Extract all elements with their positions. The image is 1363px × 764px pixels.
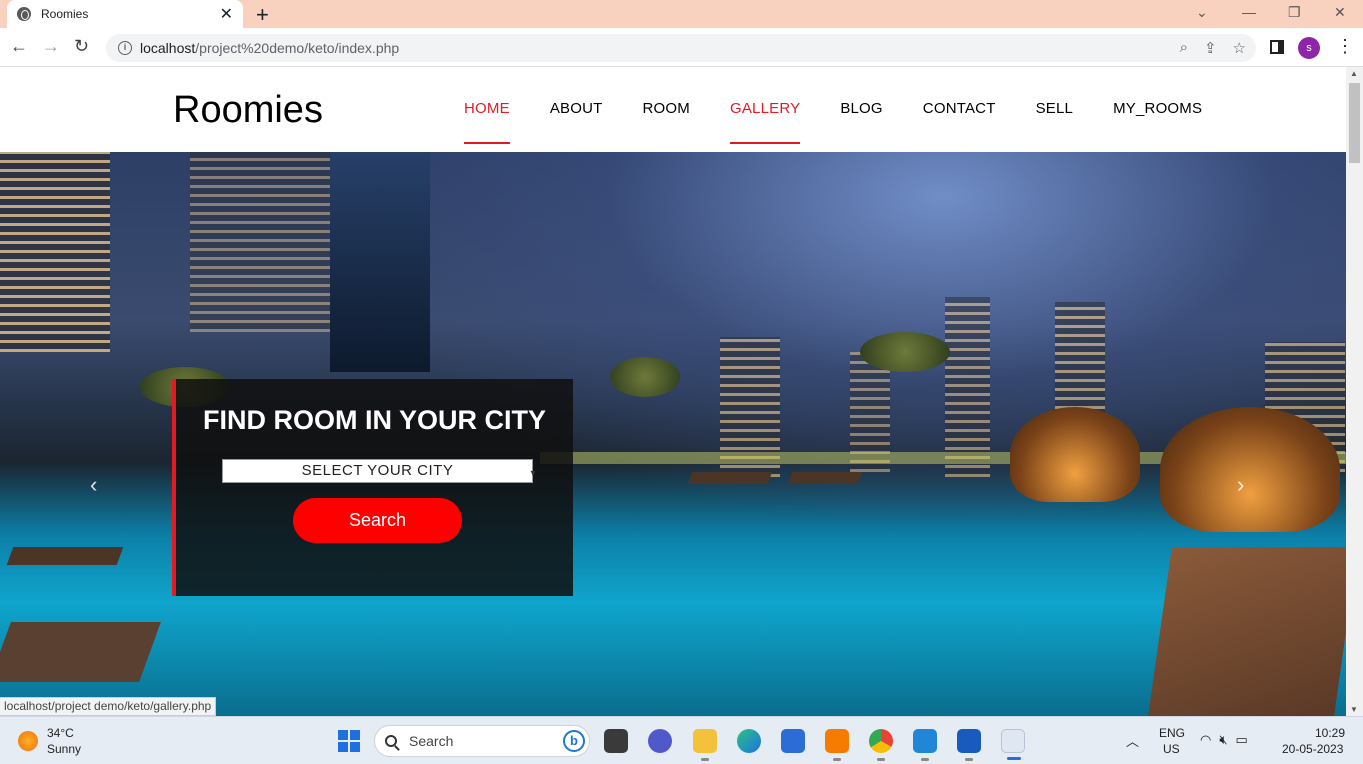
teams-chat-icon[interactable] — [648, 729, 672, 753]
show-hidden-icons-chevron-icon[interactable]: ︿ — [1126, 731, 1139, 750]
nav-contact[interactable]: CONTACT — [923, 100, 996, 117]
scroll-thumb[interactable] — [1349, 83, 1360, 163]
store-icon[interactable] — [781, 729, 805, 753]
url-path: /project%20demo/keto/index.php — [195, 40, 400, 56]
minimize-icon[interactable]: — — [1242, 4, 1256, 20]
site-logo[interactable]: Roomies — [173, 89, 323, 132]
edge-icon[interactable] — [737, 729, 761, 753]
web-page: Roomies HOME ABOUT ROOM GALLERY BLOG CON… — [0, 67, 1346, 716]
city-select[interactable]: SELECT YOUR CITY — [222, 459, 536, 485]
taskbar-search[interactable]: Search b — [374, 725, 590, 757]
bookmark-star-icon[interactable]: ☆ — [1233, 39, 1246, 57]
search-icon — [385, 735, 397, 747]
globe-icon — [17, 7, 31, 21]
bing-icon[interactable]: b — [563, 730, 585, 752]
snipping-tool-icon[interactable] — [1001, 729, 1025, 760]
hero-building — [0, 152, 110, 352]
side-panel-icon[interactable] — [1270, 40, 1284, 54]
city-search-panel: FIND ROOM IN YOUR CITY SELECT YOUR CITY … — [172, 379, 573, 596]
start-button[interactable] — [338, 730, 360, 752]
language-region[interactable]: US — [1163, 742, 1180, 756]
hero-lounger — [6, 547, 124, 565]
share-icon[interactable]: ⇪ — [1204, 39, 1217, 57]
reload-icon[interactable]: ↻ — [74, 36, 89, 57]
file-explorer-icon[interactable] — [693, 729, 717, 761]
slider-next-icon[interactable]: › — [1237, 472, 1244, 498]
windows-logo-tile — [350, 730, 360, 740]
hero-slider: ‹ › FIND ROOM IN YOUR CITY SELECT YOUR C… — [0, 152, 1346, 716]
browser-toolbar: ← → ↻ i localhost/project%20demo/keto/in… — [0, 28, 1363, 67]
search-heading: FIND ROOM IN YOUR CITY — [202, 405, 546, 435]
taskbar: 34°C Sunny Search b ︿ ENG US ◠ 🔇︎ ▭ 10:2… — [0, 716, 1363, 764]
tab-search-icon[interactable]: ⌄ — [1196, 4, 1208, 21]
nav-home[interactable]: HOME — [464, 100, 510, 144]
window-close-icon[interactable]: ✕ — [1334, 4, 1346, 21]
browser-tab[interactable]: Roomies ✕ — [7, 0, 243, 28]
volume-muted-icon[interactable]: 🔇︎ — [1219, 732, 1227, 748]
nav-about[interactable]: ABOUT — [550, 100, 603, 117]
zoom-icon[interactable]: ⌕ — [1180, 39, 1188, 57]
new-tab-button[interactable]: + — [256, 2, 269, 28]
address-bar[interactable]: i localhost/project%20demo/keto/index.ph… — [106, 34, 1256, 62]
wifi-icon[interactable]: ◠ — [1200, 732, 1211, 748]
slider-prev-icon[interactable]: ‹ — [90, 472, 97, 498]
word-icon[interactable] — [957, 729, 981, 761]
hero-pod — [1160, 407, 1340, 532]
xampp-icon[interactable] — [825, 729, 849, 761]
windows-logo-tile — [338, 742, 348, 752]
restore-icon[interactable]: ❐ — [1288, 4, 1301, 21]
hero-lounger — [787, 472, 863, 484]
tab-title: Roomies — [41, 7, 89, 21]
hero-lounger — [687, 472, 773, 484]
system-tray[interactable]: ◠ 🔇︎ ▭ — [1200, 732, 1248, 748]
language-code[interactable]: ENG — [1159, 726, 1185, 740]
scroll-up-icon[interactable]: ▲ — [1350, 69, 1358, 78]
hero-tree — [860, 332, 950, 372]
windows-logo-tile — [350, 742, 360, 752]
url-text[interactable]: localhost/project%20demo/keto/index.php — [140, 40, 399, 56]
status-bar-url: localhost/project demo/keto/gallery.php — [0, 697, 217, 716]
scroll-down-icon[interactable]: ▼ — [1350, 705, 1358, 714]
hero-tree — [610, 357, 680, 397]
task-view-icon[interactable] — [604, 729, 628, 753]
site-header: Roomies HOME ABOUT ROOM GALLERY BLOG CON… — [0, 67, 1346, 152]
search-button[interactable]: Search — [293, 498, 462, 543]
hero-building — [945, 297, 990, 477]
nav-room[interactable]: ROOM — [643, 100, 690, 117]
weather-temperature[interactable]: 34°C — [47, 726, 74, 740]
sun-icon[interactable] — [18, 731, 38, 751]
clock-time[interactable]: 10:29 — [1315, 726, 1345, 740]
url-host: localhost — [140, 40, 196, 56]
main-nav: HOME ABOUT ROOM GALLERY BLOG CONTACT SEL… — [464, 100, 1242, 144]
clock-date[interactable]: 20-05-2023 — [1282, 742, 1343, 756]
forward-icon[interactable]: → — [42, 36, 60, 57]
weather-description[interactable]: Sunny — [47, 742, 81, 756]
menu-kebab-icon[interactable]: ⋮ — [1336, 36, 1354, 57]
hero-deck — [1148, 547, 1346, 716]
site-info-icon[interactable]: i — [118, 41, 132, 55]
battery-icon[interactable]: ▭ — [1236, 732, 1248, 748]
close-tab-icon[interactable]: ✕ — [220, 4, 233, 24]
profile-avatar[interactable]: s — [1298, 37, 1320, 59]
taskbar-search-label: Search — [409, 733, 454, 749]
back-icon[interactable]: ← — [10, 36, 28, 57]
nav-sell[interactable]: SELL — [1036, 100, 1074, 117]
nav-blog[interactable]: BLOG — [840, 100, 882, 117]
chrome-icon[interactable] — [869, 729, 893, 761]
hero-building — [330, 152, 430, 372]
tab-strip: Roomies ✕ + ⌄ — ❐ ✕ — [0, 0, 1363, 28]
page-scrollbar[interactable]: ▲ ▼ — [1346, 67, 1363, 716]
vscode-icon[interactable] — [913, 729, 937, 761]
windows-logo-tile — [338, 730, 348, 740]
nav-my-rooms[interactable]: MY_ROOMS — [1113, 100, 1202, 117]
hero-pod — [1010, 407, 1140, 502]
hero-lounger — [0, 622, 161, 682]
nav-gallery[interactable]: GALLERY — [729, 100, 801, 144]
